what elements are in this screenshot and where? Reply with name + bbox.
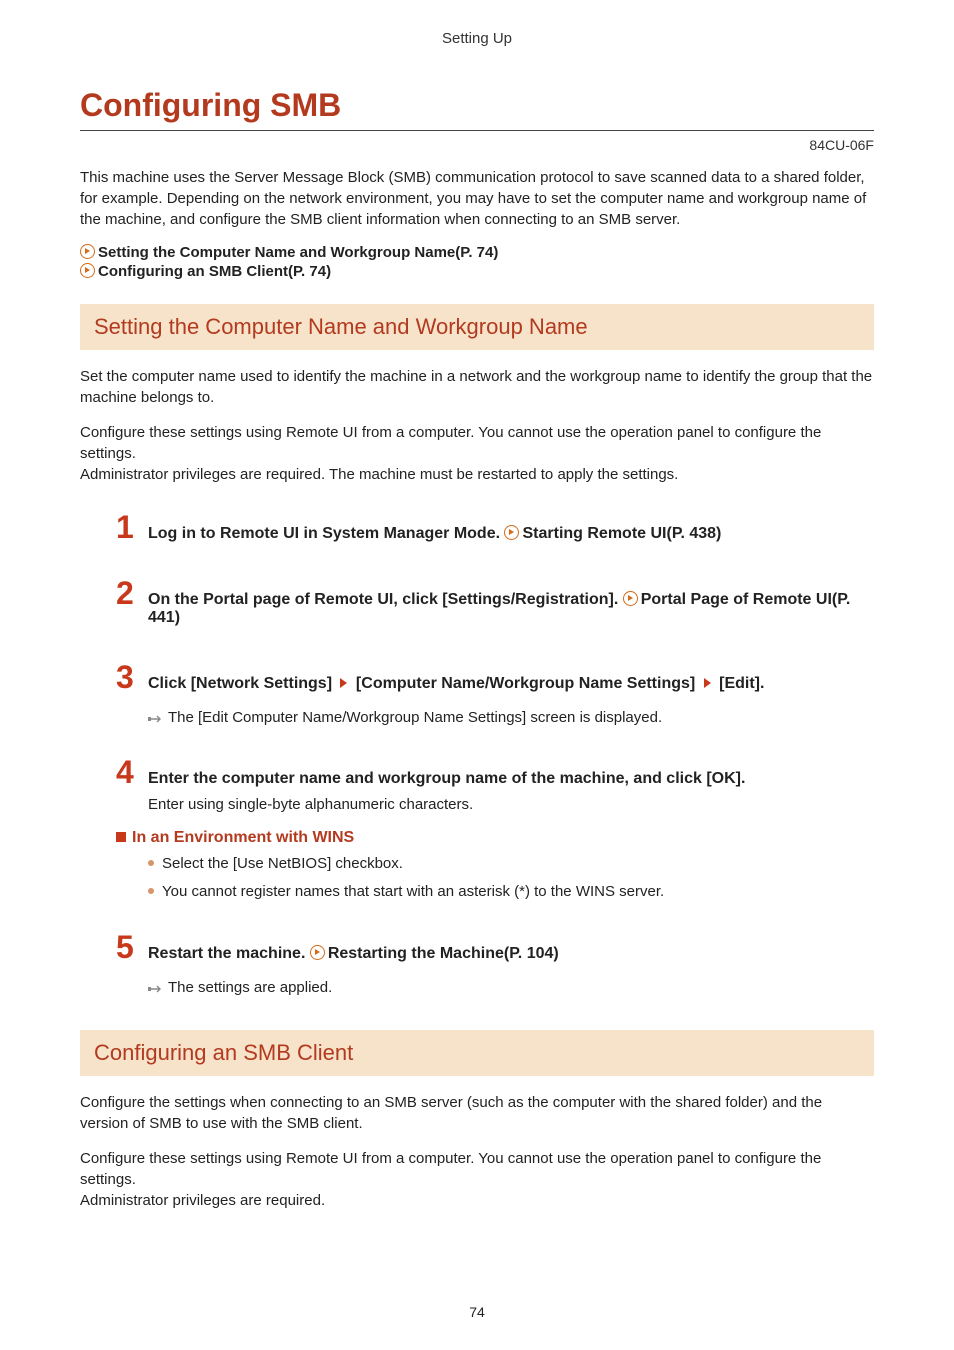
toc-links: Setting the Computer Name and Workgroup … [80, 244, 874, 280]
step-5: 5 Restart the machine. Restarting the Ma… [116, 931, 874, 963]
step-4: 4 Enter the computer name and workgroup … [116, 756, 874, 788]
toc-link-2[interactable]: Configuring an SMB Client(P. 74) [80, 263, 874, 280]
step-3-result: The [Edit Computer Name/Workgroup Name S… [148, 707, 874, 728]
step-5-text: Restart the machine. Restarting the Mach… [148, 945, 874, 963]
step-2-text: On the Portal page of Remote UI, click [… [148, 591, 874, 627]
square-marker-icon [116, 832, 126, 842]
step-3-seg3: [Edit]. [715, 675, 765, 692]
page-number: 74 [0, 1304, 954, 1320]
step-1-link[interactable]: Starting Remote UI(P. 438) [522, 525, 721, 542]
section1-p3: Administrator privileges are required. T… [80, 464, 874, 485]
step-2-text-a: On the Portal page of Remote UI, click [… [148, 591, 623, 608]
running-header: Setting Up [80, 30, 874, 47]
step-3-text: Click [Network Settings] [Computer Name/… [148, 675, 874, 693]
result-arrow-icon [148, 707, 164, 728]
step-2: 2 On the Portal page of Remote UI, click… [116, 577, 874, 627]
step-4-subheading: In an Environment with WINS [116, 829, 874, 847]
doc-code: 84CU-06F [80, 137, 874, 153]
step-2-number: 2 [116, 577, 148, 609]
section2-header: Configuring an SMB Client [80, 1030, 874, 1076]
step-5-result-text: The settings are applied. [168, 979, 332, 996]
step-1-text: Log in to Remote UI in System Manager Mo… [148, 525, 874, 543]
step-3-result-text: The [Edit Computer Name/Workgroup Name S… [168, 709, 662, 726]
step-4-body-text: Enter using single-byte alphanumeric cha… [148, 794, 874, 815]
section2-p1: Configure the settings when connecting t… [80, 1092, 874, 1134]
step-4-body: Enter using single-byte alphanumeric cha… [148, 794, 874, 815]
step-3-seg1: Click [Network Settings] [148, 675, 336, 692]
step-4-text: Enter the computer name and workgroup na… [148, 770, 874, 788]
section1-p1: Set the computer name used to identify t… [80, 366, 874, 408]
step-4-number: 4 [116, 756, 148, 788]
triangle-separator-icon [704, 678, 711, 688]
step-3-seg2: [Computer Name/Workgroup Name Settings] [351, 675, 699, 692]
toc-link-1-text: Setting the Computer Name and Workgroup … [98, 244, 498, 261]
section1-header: Setting the Computer Name and Workgroup … [80, 304, 874, 350]
bullet-item: Select the [Use NetBIOS] checkbox. [148, 853, 874, 875]
toc-link-1[interactable]: Setting the Computer Name and Workgroup … [80, 244, 874, 261]
bullet-item: You cannot register names that start wit… [148, 881, 874, 903]
intro-paragraph: This machine uses the Server Message Blo… [80, 167, 874, 230]
link-icon [623, 591, 638, 606]
triangle-separator-icon [340, 678, 347, 688]
step-1-text-a: Log in to Remote UI in System Manager Mo… [148, 525, 504, 542]
section2-p2: Configure these settings using Remote UI… [80, 1148, 874, 1190]
page-title: Configuring SMB [80, 87, 874, 131]
link-icon [310, 945, 325, 960]
step-1: 1 Log in to Remote UI in System Manager … [116, 511, 874, 543]
link-icon [504, 525, 519, 540]
section2-p3: Administrator privileges are required. [80, 1190, 874, 1211]
step-3: 3 Click [Network Settings] [Computer Nam… [116, 661, 874, 693]
link-icon [80, 263, 95, 278]
step-5-result: The settings are applied. [148, 977, 874, 998]
step-1-number: 1 [116, 511, 148, 543]
step-5-number: 5 [116, 931, 148, 963]
step-3-number: 3 [116, 661, 148, 693]
step-4-subheading-text: In an Environment with WINS [132, 829, 354, 846]
step-5-link[interactable]: Restarting the Machine(P. 104) [328, 945, 559, 962]
section1-p2: Configure these settings using Remote UI… [80, 422, 874, 464]
link-icon [80, 244, 95, 259]
toc-link-2-text: Configuring an SMB Client(P. 74) [98, 263, 331, 280]
document-page: Setting Up Configuring SMB 84CU-06F This… [0, 0, 954, 1350]
step-5-text-a: Restart the machine. [148, 945, 310, 962]
result-arrow-icon [148, 977, 164, 998]
step-4-bullets: Select the [Use NetBIOS] checkbox. You c… [148, 853, 874, 903]
